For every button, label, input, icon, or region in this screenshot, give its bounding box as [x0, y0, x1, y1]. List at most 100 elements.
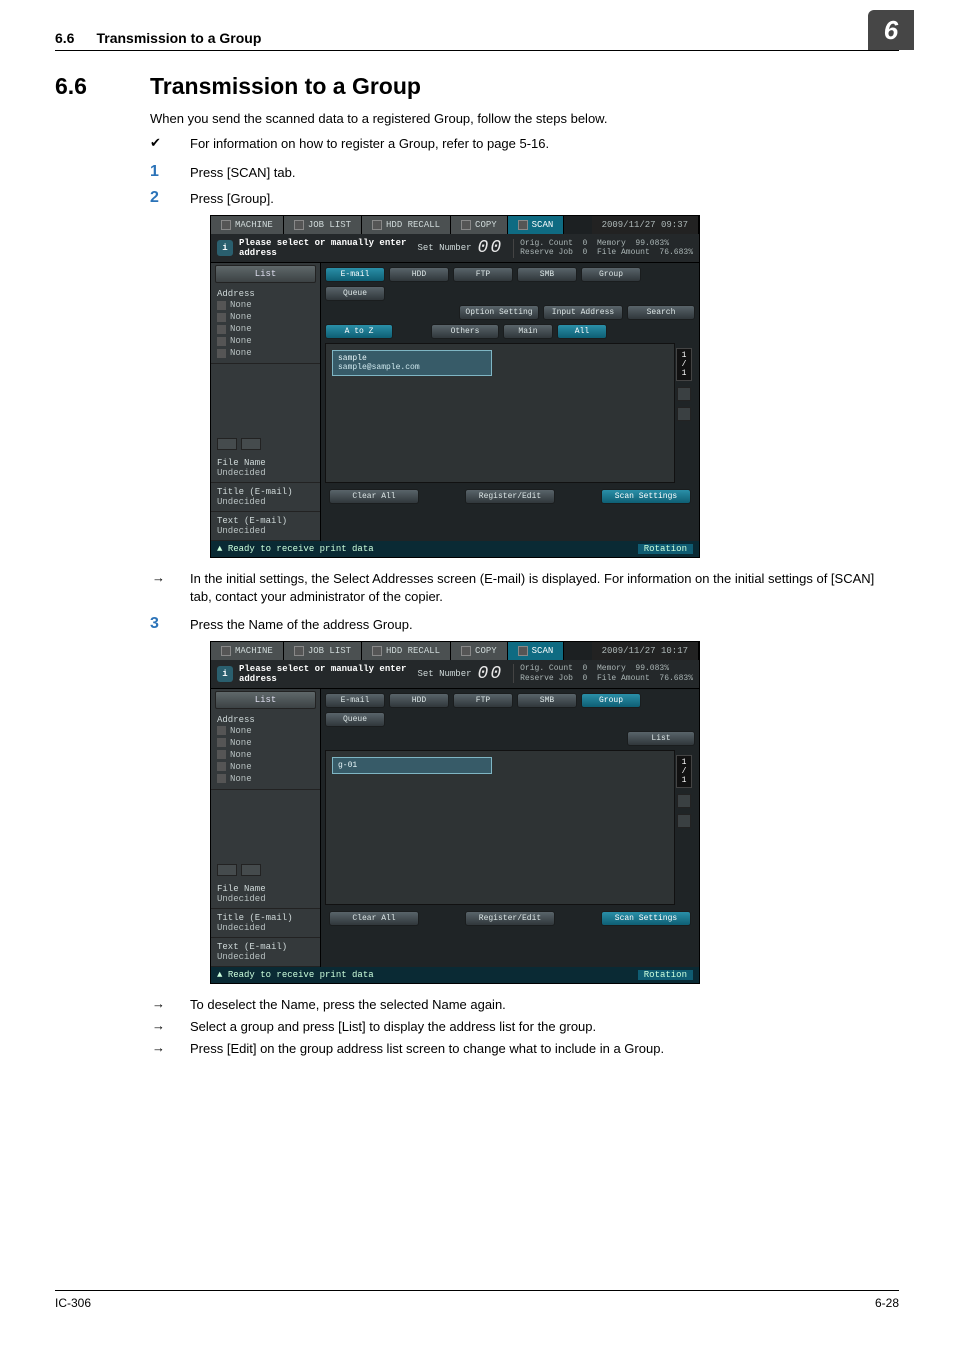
- copy-icon: [461, 646, 471, 656]
- type-smb[interactable]: SMB: [517, 693, 577, 708]
- list-icon: [294, 646, 304, 656]
- machine-icon: [221, 646, 231, 656]
- tab-copy[interactable]: COPY: [451, 642, 508, 660]
- down-arrow-icon[interactable]: [241, 864, 261, 876]
- filename-value: Undecided: [217, 468, 314, 478]
- address-card[interactable]: sample sample@sample.com: [332, 350, 492, 376]
- section-number: 6.6: [55, 73, 87, 100]
- type-group[interactable]: Group: [581, 693, 641, 708]
- header-title: Transmission to a Group: [96, 30, 261, 46]
- dest-icon: [217, 774, 226, 783]
- scroll-down-icon[interactable]: [677, 814, 691, 828]
- main-button[interactable]: Main: [503, 324, 553, 339]
- section-heading: Transmission to a Group: [150, 73, 889, 100]
- type-hdd[interactable]: HDD: [389, 693, 449, 708]
- title-email-value: Undecided: [217, 497, 314, 507]
- down-arrow-icon[interactable]: [241, 438, 261, 450]
- option-setting-button[interactable]: Option Setting: [459, 305, 539, 320]
- page-indicator: 1 / 1: [676, 348, 692, 381]
- hdd-icon: [372, 646, 382, 656]
- type-smb[interactable]: SMB: [517, 267, 577, 282]
- dest-icon: [217, 762, 226, 771]
- tab-hdd-recall[interactable]: HDD RECALL: [362, 642, 451, 660]
- register-edit-button[interactable]: Register/Edit: [465, 489, 555, 504]
- title-email-label: Title (E-mail): [217, 487, 314, 497]
- atoz-button[interactable]: A to Z: [325, 324, 393, 339]
- others-button[interactable]: Others: [431, 324, 499, 339]
- setnum-value: 00: [478, 664, 504, 684]
- arrow-icon: →: [150, 1018, 190, 1036]
- step-2-num: 2: [150, 189, 190, 207]
- tab-machine[interactable]: MACHINE: [211, 216, 284, 234]
- scan-settings-button[interactable]: Scan Settings: [601, 911, 691, 926]
- clear-all-button[interactable]: Clear All: [329, 489, 419, 504]
- up-arrow-icon[interactable]: [217, 864, 237, 876]
- tab-joblist[interactable]: JOB LIST: [284, 216, 362, 234]
- type-email[interactable]: E-mail: [325, 267, 385, 282]
- dest-icon: [217, 337, 226, 346]
- page-indicator: 1 / 1: [676, 755, 692, 788]
- list-icon: [294, 220, 304, 230]
- filename-label: File Name: [217, 458, 314, 468]
- filename-value: Undecided: [217, 894, 314, 904]
- scroll-down-icon[interactable]: [677, 407, 691, 421]
- group-card[interactable]: g-01: [332, 757, 492, 774]
- step-2-text: Press [Group].: [190, 189, 889, 207]
- address-label: Address: [217, 289, 314, 299]
- type-ftp[interactable]: FTP: [453, 267, 513, 282]
- tab-scan[interactable]: SCAN: [508, 642, 565, 660]
- scroll-up-icon[interactable]: [677, 387, 691, 401]
- info-icon: i: [217, 240, 233, 256]
- hdd-icon: [372, 220, 382, 230]
- up-arrow-icon[interactable]: [217, 438, 237, 450]
- title-email-value: Undecided: [217, 923, 314, 933]
- step-3-text: Press the Name of the address Group.: [190, 615, 889, 633]
- clear-all-button[interactable]: Clear All: [329, 911, 419, 926]
- footer-right: 6-28: [875, 1296, 899, 1310]
- tab-copy[interactable]: COPY: [451, 216, 508, 234]
- search-button[interactable]: Search: [627, 305, 695, 320]
- type-group[interactable]: Group: [581, 267, 641, 282]
- register-edit-button[interactable]: Register/Edit: [465, 911, 555, 926]
- type-email[interactable]: E-mail: [325, 693, 385, 708]
- list-button[interactable]: List: [215, 265, 316, 283]
- copy-icon: [461, 220, 471, 230]
- dest-icon: [217, 738, 226, 747]
- text-email-label: Text (E-mail): [217, 942, 314, 952]
- dest-icon: [217, 301, 226, 310]
- header-section: 6.6: [55, 30, 74, 46]
- setnum-value: 00: [478, 238, 504, 258]
- step-3-sub1: To deselect the Name, press the selected…: [190, 996, 889, 1014]
- setnum-label: Set Number: [418, 669, 472, 679]
- tab-scan[interactable]: SCAN: [508, 216, 565, 234]
- address-list: sample sample@sample.com 1 / 1: [325, 343, 675, 483]
- type-hdd[interactable]: HDD: [389, 267, 449, 282]
- group-list: g-01 1 / 1: [325, 750, 675, 905]
- type-queue[interactable]: Queue: [325, 286, 385, 301]
- list-button[interactable]: List: [215, 691, 316, 709]
- scan-settings-button[interactable]: Scan Settings: [601, 489, 691, 504]
- chapter-badge: 6: [868, 10, 914, 50]
- dest-icon: [217, 750, 226, 759]
- scroll-up-icon[interactable]: [677, 794, 691, 808]
- input-address-button[interactable]: Input Address: [543, 305, 623, 320]
- address-label: Address: [217, 715, 314, 725]
- check-icon: ✔: [150, 136, 190, 151]
- dest-icon: [217, 325, 226, 334]
- type-queue[interactable]: Queue: [325, 712, 385, 727]
- all-button[interactable]: All: [557, 324, 607, 339]
- arrow-icon: →: [150, 996, 190, 1014]
- step-3-sub3: Press [Edit] on the group address list s…: [190, 1040, 889, 1058]
- info-message: Please select or manually enter address: [239, 238, 418, 258]
- tab-hdd-recall[interactable]: HDD RECALL: [362, 216, 451, 234]
- text-email-label: Text (E-mail): [217, 516, 314, 526]
- list-right-button[interactable]: List: [627, 731, 695, 746]
- dest-icon: [217, 313, 226, 322]
- type-ftp[interactable]: FTP: [453, 693, 513, 708]
- arrow-icon: →: [150, 1040, 190, 1058]
- tab-machine[interactable]: MACHINE: [211, 642, 284, 660]
- tab-joblist[interactable]: JOB LIST: [284, 642, 362, 660]
- title-email-label: Title (E-mail): [217, 913, 314, 923]
- counters: Orig. Count 0 Memory 99.083% Reserve Job…: [513, 664, 693, 683]
- intro-text: When you send the scanned data to a regi…: [150, 110, 889, 128]
